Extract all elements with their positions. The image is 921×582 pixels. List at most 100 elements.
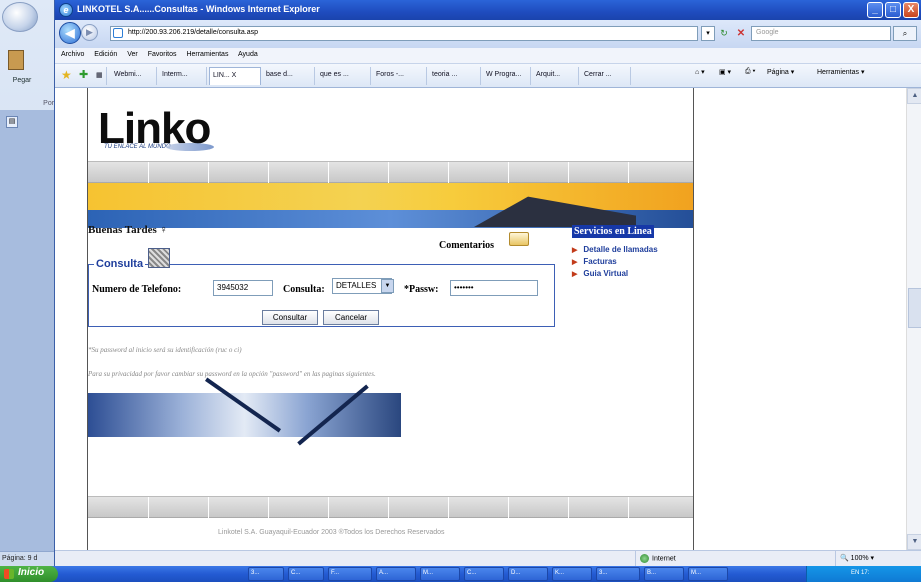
print-icon[interactable]: ⎙ ▾ [745,68,756,76]
port-label: Port [43,100,56,107]
scroll-thumb[interactable] [908,288,921,328]
password-input[interactable]: ••••••• [450,280,538,296]
phone-label: Numero de Telefono: [92,284,182,295]
phone-input[interactable]: 3945032 [213,280,273,296]
zoom-level[interactable]: 🔍 100% ▾ [835,551,921,567]
chevron-down-icon[interactable]: ▼ [381,279,394,293]
tab-cerrar[interactable]: Cerrar ... [581,67,631,85]
taskbar-item[interactable]: C... [464,567,504,581]
arrow-icon: ▶ [572,247,578,254]
tab-teoria[interactable]: teoria ... [429,67,481,85]
search-input[interactable]: Google [751,26,891,41]
service-label: Guia Virtual [583,269,629,278]
ie-window: LINKOTEL S.A......Consultas - Windows In… [54,0,921,567]
menu-edicion[interactable]: Edición [94,51,117,58]
tab-progra[interactable]: W Progra... [483,67,531,85]
consulta-legend: Consulta [94,258,146,270]
service-label: Detalle de llamadas [583,245,658,254]
tab-interm[interactable]: Interm... [159,67,207,85]
service-link-guia[interactable]: ▶ Guia Virtual [572,269,628,278]
word-status-text: Página: 9 d [0,551,62,566]
menu-favoritos[interactable]: Favoritos [148,51,177,58]
service-link-facturas[interactable]: ▶ Facturas [572,257,617,266]
privacy-note: Para su privacidad por favor cambiar su … [88,370,376,378]
refresh-icon[interactable]: ↻ [717,26,731,41]
taskbar-item[interactable]: 3... [596,567,640,581]
service-label: Facturas [583,257,617,266]
add-favorite-icon[interactable]: ✚ [79,68,88,81]
taskbar-item[interactable]: 3... [248,567,284,581]
taskbar-item[interactable]: D... [508,567,548,581]
tab-que-es[interactable]: que es ... [317,67,371,85]
taskbar-item[interactable]: C... [288,567,324,581]
user-icon: ♀ [159,224,168,236]
comentarios-link[interactable]: Comentarios [439,240,494,251]
password-note: *Su password al inicio será su identific… [88,346,242,354]
zone-label: Internet [652,555,676,563]
footer-copyright: Linkotel S.A. Guayaquil-Ecuador 2003 ®To… [218,529,445,536]
tab-linkotel[interactable]: LIN... X [209,67,261,85]
word-side-button[interactable]: ▤ [6,116,18,128]
taskbar-item[interactable]: B... [644,567,684,581]
header-banner-image [88,183,693,228]
taskbar-item[interactable]: M... [688,567,728,581]
paste-label: Pegar [12,77,32,84]
taskbar-item[interactable]: F... [328,567,372,581]
consulta-image [148,248,170,268]
security-zone: Internet [635,551,755,567]
paste-icon[interactable] [8,50,24,70]
cancelar-button[interactable]: Cancelar [323,310,379,325]
menu-bar: Archivo Edición Ver Favoritos Herramient… [55,48,921,64]
menu-archivo[interactable]: Archivo [61,51,84,58]
page-icon [113,28,123,38]
web-page: Linko TU ENLACE AL MUNDO Buenas Tardes ♀… [87,88,694,550]
taskbar-item[interactable]: K... [552,567,592,581]
feeds-icon[interactable]: ▣ ▾ [719,68,731,76]
ie-logo-icon: e [59,3,73,17]
page-content: Linko TU ENLACE AL MUNDO Buenas Tardes ♀… [55,88,921,550]
favorites-star-icon[interactable]: ★ [61,68,72,82]
scroll-down-icon[interactable]: ▼ [907,534,921,550]
service-link-detalle[interactable]: ▶ Detalle de llamadas [572,245,658,254]
tab-webmi[interactable]: Webmi... [111,67,157,85]
page-menu[interactable]: Página ▾ [767,68,794,76]
minimize-button[interactable]: _ [867,2,883,18]
consultar-button[interactable]: Consultar [262,310,318,325]
tab-base[interactable]: base d... [263,67,315,85]
maximize-button[interactable]: □ [885,2,901,18]
forward-button[interactable]: ▶ [81,24,98,41]
windows-taskbar: Inicio 3... C... F... A... M... C... D..… [0,566,921,582]
taskbar-item[interactable]: M... [420,567,460,581]
scroll-up-icon[interactable]: ▲ [907,88,921,104]
address-dropdown-icon[interactable]: ▾ [701,26,715,41]
tab-arquit[interactable]: Arquit... [533,67,579,85]
status-bar: Internet 🔍 100% ▾ [55,550,921,567]
services-title: Servicios en Linea [572,225,654,238]
header-gray-bar [88,161,693,184]
tab-foros[interactable]: Foros -... [373,67,427,85]
mail-icon[interactable] [509,232,529,246]
word-side-panel [0,110,62,566]
menu-herramientas[interactable]: Herramientas [186,51,228,58]
vertical-scrollbar[interactable]: ▲ ▼ [906,88,921,550]
home-icon[interactable]: ⌂ ▾ [695,68,705,76]
menu-ver[interactable]: Ver [127,51,138,58]
quick-tabs-icon[interactable]: ▦ [95,67,107,85]
office-button[interactable] [2,2,38,32]
query-type-label: Consulta: [283,284,325,295]
taskbar-item[interactable]: A... [376,567,416,581]
back-button[interactable]: ◀ [59,22,81,44]
arrow-icon: ▶ [572,271,578,278]
close-button[interactable]: X [903,2,919,18]
tools-menu-label: Herramientas [817,69,860,76]
windows-flag-icon [4,569,14,579]
logo-swoosh [166,143,214,151]
password-label: *Passw: [404,284,439,295]
menu-ayuda[interactable]: Ayuda [238,51,258,58]
tools-menu[interactable]: Herramientas ▾ [817,68,864,76]
stop-icon[interactable]: ✕ [734,26,748,41]
zoom-label: 100% [850,555,869,562]
address-bar[interactable]: http://200.93.206.219/detalle/consulta.a… [110,26,698,41]
greeting-label: Buenas Tardes [88,224,157,236]
search-icon[interactable]: ⌕ [893,26,917,41]
